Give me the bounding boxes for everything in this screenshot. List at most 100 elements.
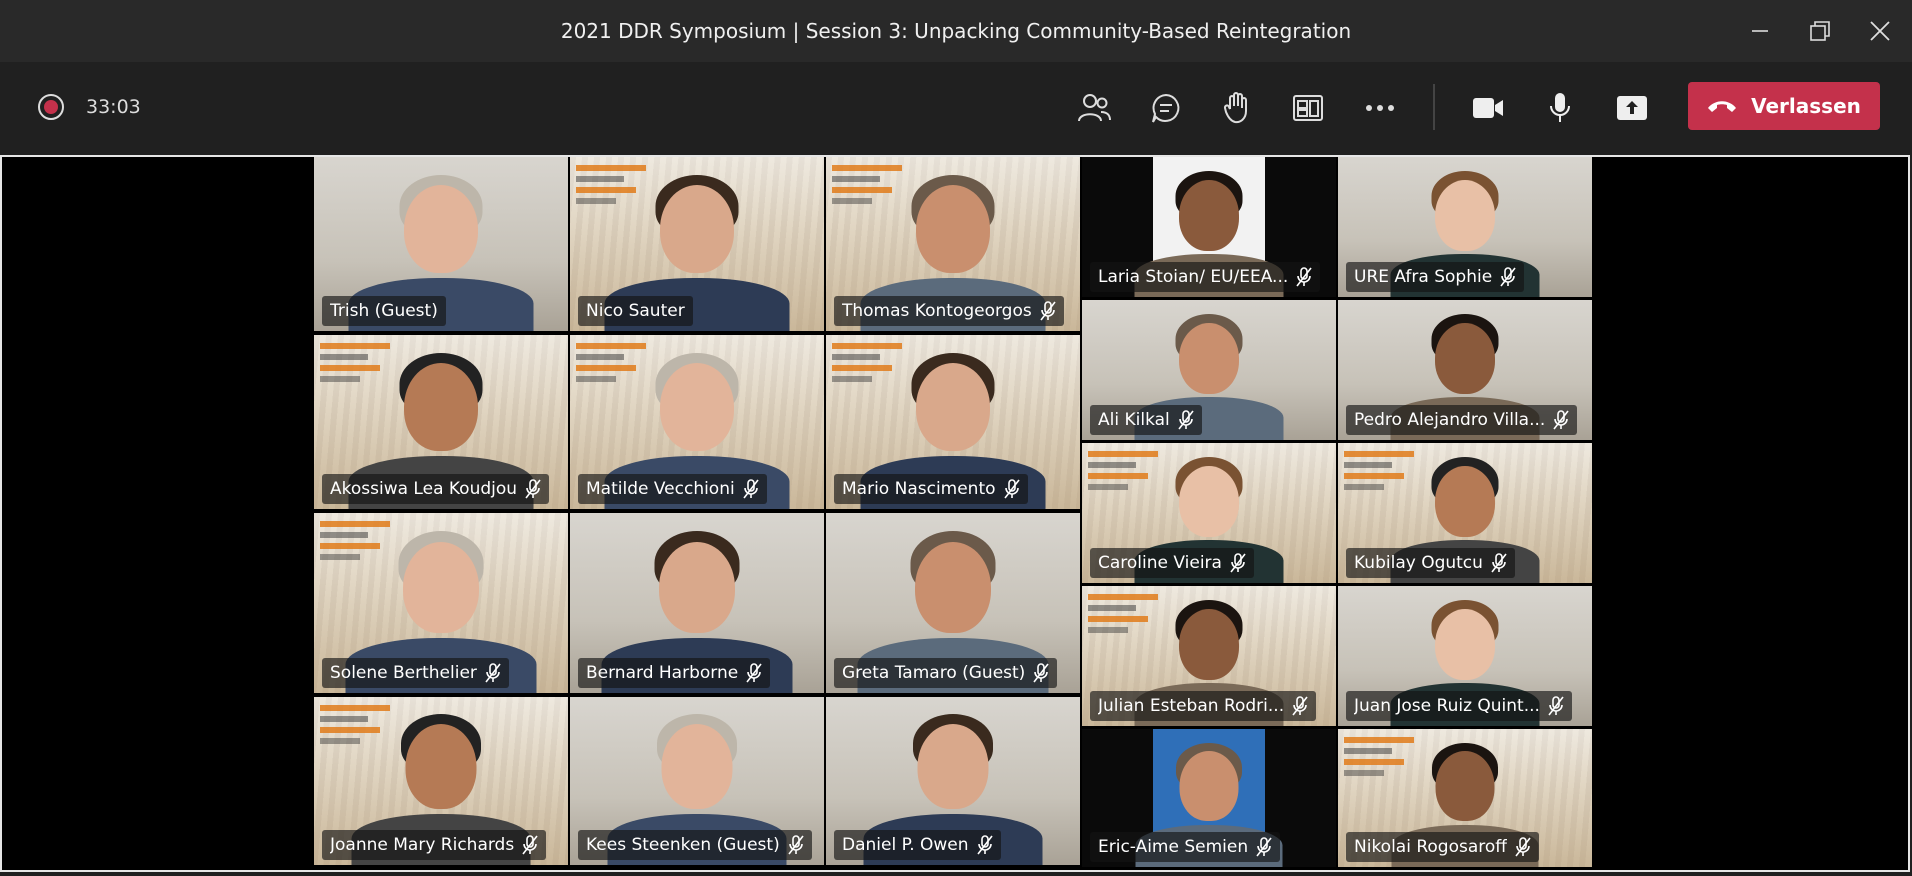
face: [1179, 180, 1239, 251]
participant-name-tag: Bernard Harborne: [578, 658, 771, 688]
participant-name-tag: Akossiwa Lea Koudjou: [322, 474, 550, 504]
face: [1179, 466, 1239, 537]
participant-name: Eric-Aime Semien: [1098, 837, 1249, 857]
participant-name: Nico Sauter: [586, 301, 685, 321]
chat-icon: [1152, 93, 1180, 123]
face: [916, 363, 990, 451]
mic-muted-icon: [1548, 696, 1564, 716]
participant-name-tag: Eric-Aime Semien: [1090, 832, 1281, 862]
restore-icon: [1810, 21, 1830, 41]
participant-name: Caroline Vieira: [1098, 553, 1222, 573]
restore-button[interactable]: [1790, 0, 1850, 62]
mic-muted-icon: [485, 663, 501, 683]
face: [661, 724, 733, 809]
mic-muted-icon: [1256, 837, 1272, 857]
rooms-icon: [1293, 95, 1323, 121]
mic-muted-icon: [1033, 663, 1049, 683]
window-title: 2021 DDR Symposium | Session 3: Unpackin…: [560, 19, 1352, 43]
video-stage: Trish (Guest) Nico Sauter Thomas Kontogeor…: [0, 155, 1910, 872]
participant-name-tag: Solene Berthelier: [322, 658, 509, 688]
mic-muted-icon: [743, 479, 759, 499]
mic-muted-icon: [1003, 479, 1020, 499]
participant-tile[interactable]: Nico Sauter: [570, 157, 824, 331]
participant-tile[interactable]: Trish (Guest): [314, 157, 568, 331]
mic-muted-icon: [1292, 696, 1308, 716]
participant-tile[interactable]: Bernard Harborne: [570, 513, 824, 693]
participant-name: Trish (Guest): [330, 301, 438, 321]
participant-tile[interactable]: Julian Esteban Rodri...: [1082, 586, 1336, 726]
participant-tile[interactable]: URE Afra Sophie: [1338, 157, 1592, 297]
face: [660, 363, 734, 451]
participant-tile[interactable]: Ali Kilkal: [1082, 300, 1336, 440]
face: [1435, 180, 1495, 251]
participant-tile[interactable]: Akossiwa Lea Koudjou: [314, 335, 568, 509]
participant-tile[interactable]: Juan Jose Ruiz Quint...: [1338, 586, 1592, 726]
participant-name-tag: Mario Nascimento: [834, 474, 1028, 504]
minimize-button[interactable]: [1730, 0, 1790, 62]
face: [404, 363, 478, 451]
participant-tile[interactable]: Daniel P. Owen: [826, 697, 1080, 865]
face: [659, 542, 735, 633]
close-button[interactable]: [1850, 0, 1910, 62]
participant-name: Kees Steenken (Guest): [586, 835, 780, 855]
hang-up-icon: [1708, 101, 1737, 112]
participant-name-tag: Thomas Kontogeorgos: [834, 296, 1064, 326]
raise-hand-button[interactable]: [1216, 86, 1260, 130]
participant-name: Pedro Alejandro Villa...: [1354, 410, 1546, 430]
participant-name-tag: Nico Sauter: [578, 296, 693, 326]
mic-muted-icon: [1553, 410, 1569, 430]
face: [1435, 751, 1495, 821]
participant-name: Mario Nascimento: [842, 479, 996, 499]
mic-muted-icon: [788, 835, 804, 855]
face: [915, 542, 991, 633]
face: [1435, 323, 1495, 394]
breakout-rooms-button[interactable]: [1286, 86, 1330, 130]
participant-name-tag: Kubilay Ogutcu: [1346, 548, 1515, 578]
camera-icon: [1473, 98, 1503, 118]
close-icon: [1870, 21, 1890, 41]
participant-tile[interactable]: Matilde Vecchioni: [570, 335, 824, 509]
mic-muted-icon: [1500, 267, 1516, 287]
face: [404, 185, 478, 273]
raise-hand-icon: [1223, 92, 1247, 124]
participant-name-tag: Ali Kilkal: [1090, 405, 1202, 435]
participant-tile[interactable]: Joanne Mary Richards: [314, 697, 568, 865]
participant-name-tag: Kees Steenken (Guest): [578, 830, 812, 860]
participant-tile[interactable]: Greta Tamaro (Guest): [826, 513, 1080, 693]
participant-name-tag: Trish (Guest): [322, 296, 446, 326]
face: [1435, 466, 1495, 537]
leave-button[interactable]: Verlassen: [1688, 82, 1880, 130]
leave-label: Verlassen: [1751, 94, 1861, 118]
participant-name: Juan Jose Ruiz Quint...: [1354, 696, 1540, 716]
share-screen-button[interactable]: [1610, 86, 1654, 130]
mic-muted-icon: [525, 479, 541, 499]
participant-tile[interactable]: Laria Stoian/ EU/EEA...: [1082, 157, 1336, 297]
participant-name: Solene Berthelier: [330, 663, 477, 683]
participant-tile[interactable]: Mario Nascimento: [826, 335, 1080, 509]
camera-button[interactable]: [1466, 86, 1510, 130]
mic-muted-icon: [1178, 410, 1194, 430]
participant-name-tag: Juan Jose Ruiz Quint...: [1346, 691, 1572, 721]
participant-name-tag: Greta Tamaro (Guest): [834, 658, 1058, 688]
participants-button[interactable]: [1072, 86, 1116, 130]
participant-tile[interactable]: Solene Berthelier: [314, 513, 568, 693]
participant-name-tag: Daniel P. Owen: [834, 830, 1001, 860]
participant-tile[interactable]: Kubilay Ogutcu: [1338, 443, 1592, 583]
chat-button[interactable]: [1144, 86, 1188, 130]
toolbar-divider: [1433, 84, 1435, 130]
participant-tile[interactable]: Eric-Aime Semien: [1082, 729, 1336, 867]
mic-muted-icon: [1296, 267, 1312, 287]
face: [1179, 751, 1239, 821]
participant-name: Matilde Vecchioni: [586, 479, 735, 499]
mic-muted-icon: [522, 835, 538, 855]
participant-tile[interactable]: Pedro Alejandro Villa...: [1338, 300, 1592, 440]
participant-tile[interactable]: Caroline Vieira: [1082, 443, 1336, 583]
mic-muted-icon: [1230, 553, 1246, 573]
meeting-toolbar: 33:03 Verlassen: [0, 62, 1912, 152]
participant-tile[interactable]: Nikolai Rogosaroff: [1338, 729, 1592, 867]
microphone-button[interactable]: [1538, 86, 1582, 130]
more-actions-button[interactable]: [1358, 86, 1402, 130]
participant-tile[interactable]: Thomas Kontogeorgos: [826, 157, 1080, 331]
participant-tile[interactable]: Kees Steenken (Guest): [570, 697, 824, 865]
participant-name: Thomas Kontogeorgos: [842, 301, 1032, 321]
